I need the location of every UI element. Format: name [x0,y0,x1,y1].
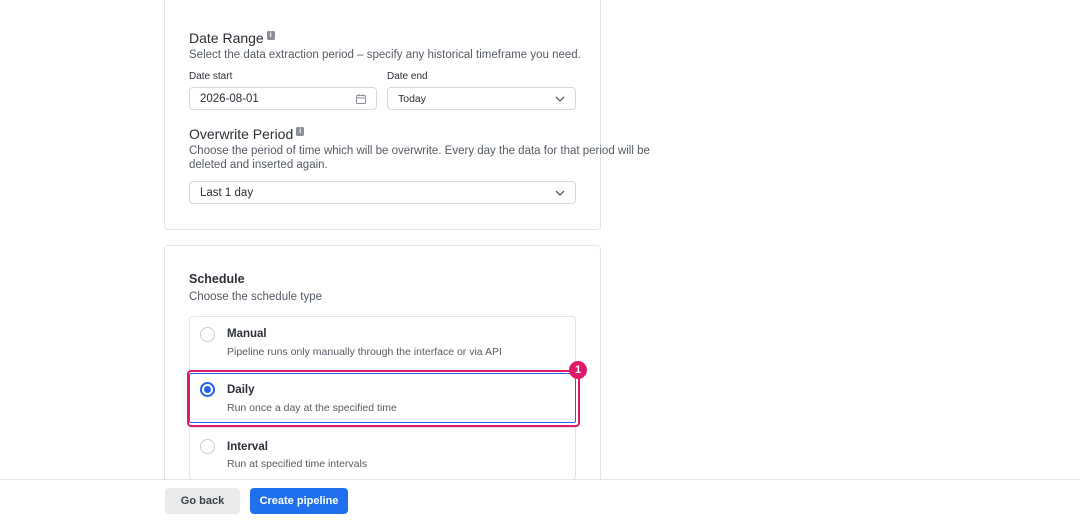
date-range-title: Date Range [189,30,264,46]
date-end-value: Today [398,92,427,105]
overwrite-title: Overwrite Period [189,126,294,142]
overwrite-heading: Overwrite Period i [189,126,305,142]
date-range-description: Select the data extraction period – spec… [189,49,581,61]
schedule-title: Schedule [189,272,245,286]
overwrite-period-value: Last 1 day [200,186,254,199]
date-start-value: 2026-08-01 [200,92,259,105]
overwrite-description-line2: deleted and inserted again. [189,159,328,171]
create-pipeline-button[interactable]: Create pipeline [250,488,348,514]
schedule-option-interval[interactable]: Interval Run at specified time intervals [189,427,576,480]
manual-radio[interactable] [200,327,215,342]
calendar-icon[interactable] [355,93,367,105]
info-icon[interactable]: i [296,126,305,136]
interval-option-description: Run at specified time intervals [227,458,368,470]
date-start-input[interactable]: 2026-08-01 [189,87,377,110]
date-start-label: Date start [189,71,233,82]
annotation-badge: 1 [569,361,587,379]
interval-option-title: Interval [227,441,268,453]
schedule-title-text: Schedule [189,272,245,286]
overwrite-period-select[interactable]: Last 1 day [189,181,576,204]
schedule-description: Choose the schedule type [189,291,322,303]
interval-radio[interactable] [200,439,215,454]
annotation-highlight [187,370,580,427]
info-icon[interactable]: i [266,30,275,40]
chevron-down-icon [555,190,565,196]
overwrite-description-line1: Choose the period of time which will be … [189,145,650,157]
manual-option-description: Pipeline runs only manually through the … [227,346,502,358]
date-end-select[interactable]: Today [387,87,576,110]
date-range-heading: Date Range i [189,30,275,46]
go-back-button[interactable]: Go back [165,488,240,514]
manual-option-title: Manual [227,328,267,340]
schedule-option-manual[interactable]: Manual Pipeline runs only manually throu… [189,316,576,373]
date-end-label: Date end [387,71,428,82]
chevron-down-icon [555,96,565,102]
footer-bar: Go back Create pipeline [0,479,1080,520]
